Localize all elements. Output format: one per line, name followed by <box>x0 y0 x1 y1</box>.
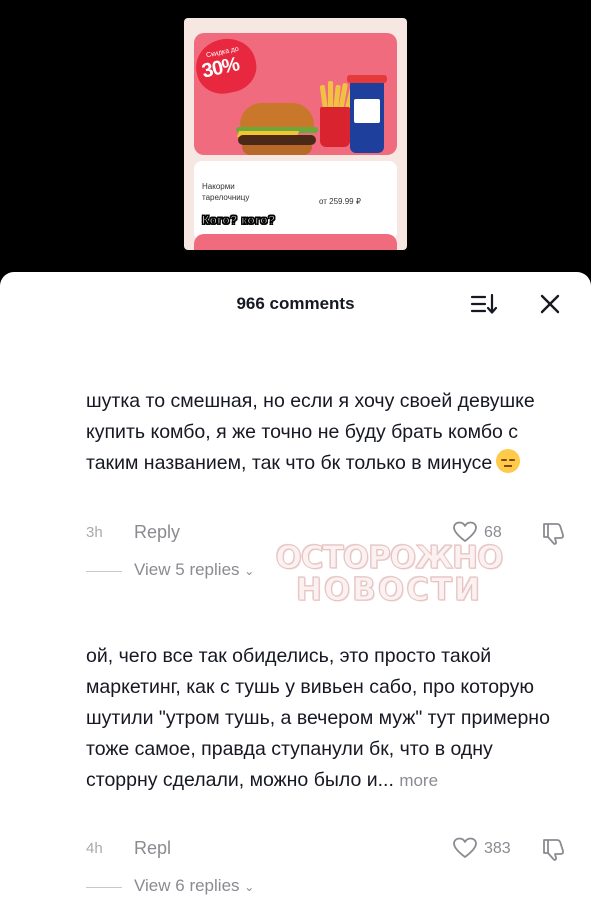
reply-button[interactable]: Reply <box>134 522 180 543</box>
pensive-face-icon <box>496 449 521 473</box>
replies-divider <box>86 887 122 888</box>
chevron-down-icon: ⌄ <box>244 880 255 894</box>
dislike-icon[interactable] <box>541 836 567 862</box>
promo-caption: Кого? кого? <box>201 213 276 228</box>
comment-item: шутка то смешная, но если я хочу своей д… <box>86 386 566 479</box>
comment-item: ой, чего все так обиделись, это просто т… <box>86 641 566 796</box>
promo-price: от 259.99 ₽ <box>319 197 361 206</box>
chevron-down-icon: ⌄ <box>244 564 255 578</box>
watermark-line2: НОВОСТИ <box>295 572 483 609</box>
comment-meta: 4h Repl 383 <box>86 836 576 862</box>
video-preview[interactable]: Скидка до 30% Накорми тарелочницу от 259… <box>0 0 591 272</box>
heart-outline-icon <box>453 837 477 858</box>
dislike-icon[interactable] <box>541 520 567 546</box>
more-link[interactable]: more <box>399 771 438 790</box>
watermark-line1: ОСТОРОЖНО <box>275 540 504 577</box>
replies-divider <box>86 571 122 572</box>
promo-info: Накорми тарелочницу от 259.99 ₽ Кого? ко… <box>194 161 397 241</box>
view-replies-label: View 6 replies ⌄ <box>134 876 255 895</box>
comments-count-title: 966 comments <box>236 294 355 313</box>
promo-next-banner <box>194 234 397 250</box>
view-replies-button[interactable]: View 6 replies ⌄ <box>86 875 386 899</box>
comment-body: шутка то смешная, но если я хочу своей д… <box>86 390 535 474</box>
promo-banner: Скидка до 30% <box>194 33 397 155</box>
drink-cup-image <box>347 75 387 153</box>
comment-text: шутка то смешная, но если я хочу своей д… <box>86 386 566 479</box>
comment-text: ой, чего все так обиделись, это просто т… <box>86 641 566 796</box>
promo-card: Скидка до 30% Накорми тарелочницу от 259… <box>184 18 407 250</box>
reply-button[interactable]: Repl <box>134 838 171 859</box>
comment-time: 3h <box>86 524 103 541</box>
promo-product-name: Накорми тарелочницу <box>202 182 250 202</box>
comments-sheet: 966 comments шутка то смешная, но если я… <box>0 272 591 916</box>
sort-icon[interactable] <box>470 292 498 316</box>
comment-time: 4h <box>86 840 103 857</box>
like-count: 383 <box>484 840 511 857</box>
view-replies-label: View 5 replies ⌄ <box>134 560 255 579</box>
comment-body: ой, чего все так обиделись, это просто т… <box>86 645 550 791</box>
burger-image <box>234 103 320 155</box>
watermark-logo: ОСТОРОЖНО НОВОСТИ <box>264 540 514 610</box>
close-icon[interactable] <box>538 292 562 316</box>
